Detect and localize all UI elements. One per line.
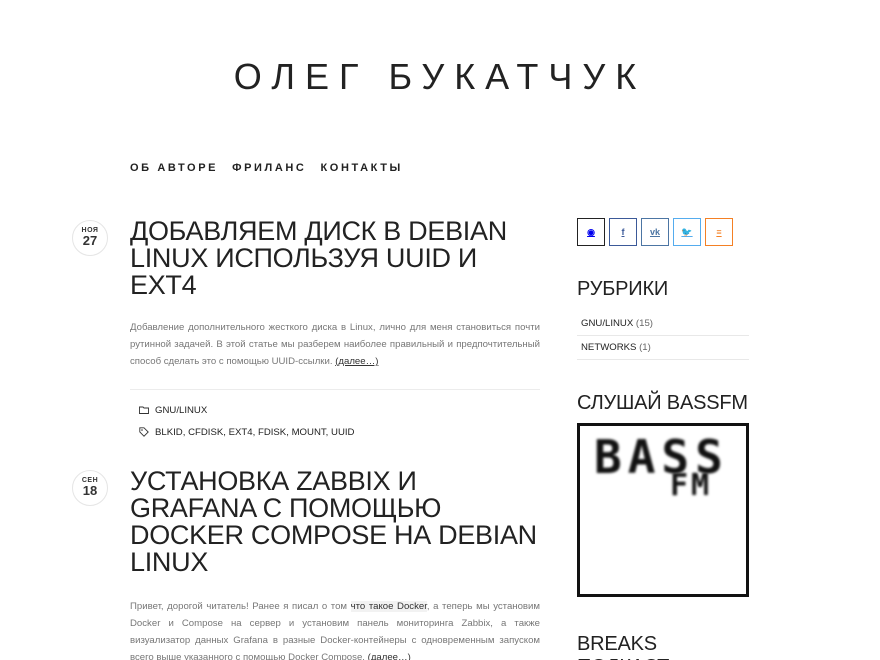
categories-list: GNU/LINUX (15) NETWORKS (1) xyxy=(577,312,749,360)
bassfm-title: СЛУШАЙ BASSFM xyxy=(577,392,748,414)
category-count: (15) xyxy=(635,318,653,329)
post-date-day: 18 xyxy=(82,483,98,498)
github-button[interactable]: ◉ xyxy=(577,218,605,246)
tag-link[interactable]: BLKID xyxy=(155,427,183,438)
category-item[interactable]: NETWORKS (1) xyxy=(577,336,749,360)
facebook-button[interactable]: f xyxy=(609,218,637,246)
tag-link[interactable]: UUID xyxy=(331,427,354,438)
category-name[interactable]: GNU/LINUX xyxy=(581,318,633,329)
github-icon: ◉ xyxy=(587,226,595,237)
post-excerpt: Добавление дополнительного жесткого диск… xyxy=(130,319,540,370)
docker-article-link[interactable]: что такое Docker xyxy=(350,601,427,612)
stackoverflow-button[interactable]: ≡ xyxy=(705,218,733,246)
post-category-row: GNU/LINUX xyxy=(139,399,540,421)
social-links: ◉ f vk 🐦 ≡ xyxy=(577,218,749,246)
post-excerpt: Привет, дорогой читатель! Ранее я писал … xyxy=(130,598,540,660)
nav-item-about[interactable]: ОБ АВТОРЕ xyxy=(130,162,218,174)
vk-icon: vk xyxy=(649,227,660,237)
read-more-link[interactable]: (далее…) xyxy=(335,356,378,367)
stackoverflow-icon: ≡ xyxy=(716,227,722,237)
bassfm-logo-bottom: FM xyxy=(670,468,713,503)
post-article: НОЯ 27 ДОБАВЛЯЕМ ДИСК В DEBIAN LINUX ИСП… xyxy=(72,218,540,443)
categories-title: РУБРИКИ xyxy=(577,278,669,300)
twitter-button[interactable]: 🐦 xyxy=(673,218,701,246)
category-count: (1) xyxy=(639,342,651,353)
category-name[interactable]: NETWORKS xyxy=(581,342,636,353)
post-meta: GNU/LINUX BLKID, CFDISK, EXT4, FDISK, MO… xyxy=(130,389,540,443)
tag-icon xyxy=(139,427,149,437)
main-nav: ОБ АВТОРЕ ФРИЛАНС КОНТАКТЫ xyxy=(130,162,403,174)
post-date-day: 27 xyxy=(82,233,98,248)
bassfm-logo[interactable]: BASS FM xyxy=(577,423,749,597)
twitter-icon: 🐦 xyxy=(681,226,693,237)
tag-link[interactable]: FDISK xyxy=(258,427,286,438)
facebook-icon: f xyxy=(621,227,625,237)
folder-icon xyxy=(139,406,149,414)
post-article: СЕН 18 УСТАНОВКА ZABBIX И GRAFANA С ПОМО… xyxy=(72,468,540,660)
tag-link[interactable]: MOUNT xyxy=(292,427,326,438)
nav-item-freelance[interactable]: ФРИЛАНС xyxy=(232,162,306,174)
post-tags: BLKID, CFDISK, EXT4, FDISK, MOUNT, UUID xyxy=(155,426,355,438)
tag-link[interactable]: EXT4 xyxy=(229,427,253,438)
post-title[interactable]: ДОБАВЛЯЕМ ДИСК В DEBIAN LINUX ИСПОЛЬЗУЯ … xyxy=(130,218,540,299)
read-more-link[interactable]: (далее…) xyxy=(368,652,411,660)
post-date-badge: СЕН 18 xyxy=(72,470,108,506)
post-title[interactable]: УСТАНОВКА ZABBIX И GRAFANA С ПОМОЩЬЮ DOC… xyxy=(130,468,540,576)
tag-link[interactable]: CFDISK xyxy=(188,427,223,438)
category-item[interactable]: GNU/LINUX (15) xyxy=(577,312,749,336)
post-tags-row: BLKID, CFDISK, EXT4, FDISK, MOUNT, UUID xyxy=(139,421,540,443)
podcast-title: BREAKS ПОДКАСТ xyxy=(577,633,669,660)
site-title[interactable]: ОЛЕГ БУКАТЧУК xyxy=(0,56,880,98)
post-date-badge: НОЯ 27 xyxy=(72,220,108,256)
sidebar: ◉ f vk 🐦 ≡ РУБРИКИ GNU/LINUX (15) NETWOR… xyxy=(577,218,749,660)
post-category-link[interactable]: GNU/LINUX xyxy=(155,405,207,416)
vk-button[interactable]: vk xyxy=(641,218,669,246)
post-excerpt-text: Привет, дорогой читатель! Ранее я писал … xyxy=(130,601,348,612)
nav-item-contacts[interactable]: КОНТАКТЫ xyxy=(320,162,402,174)
